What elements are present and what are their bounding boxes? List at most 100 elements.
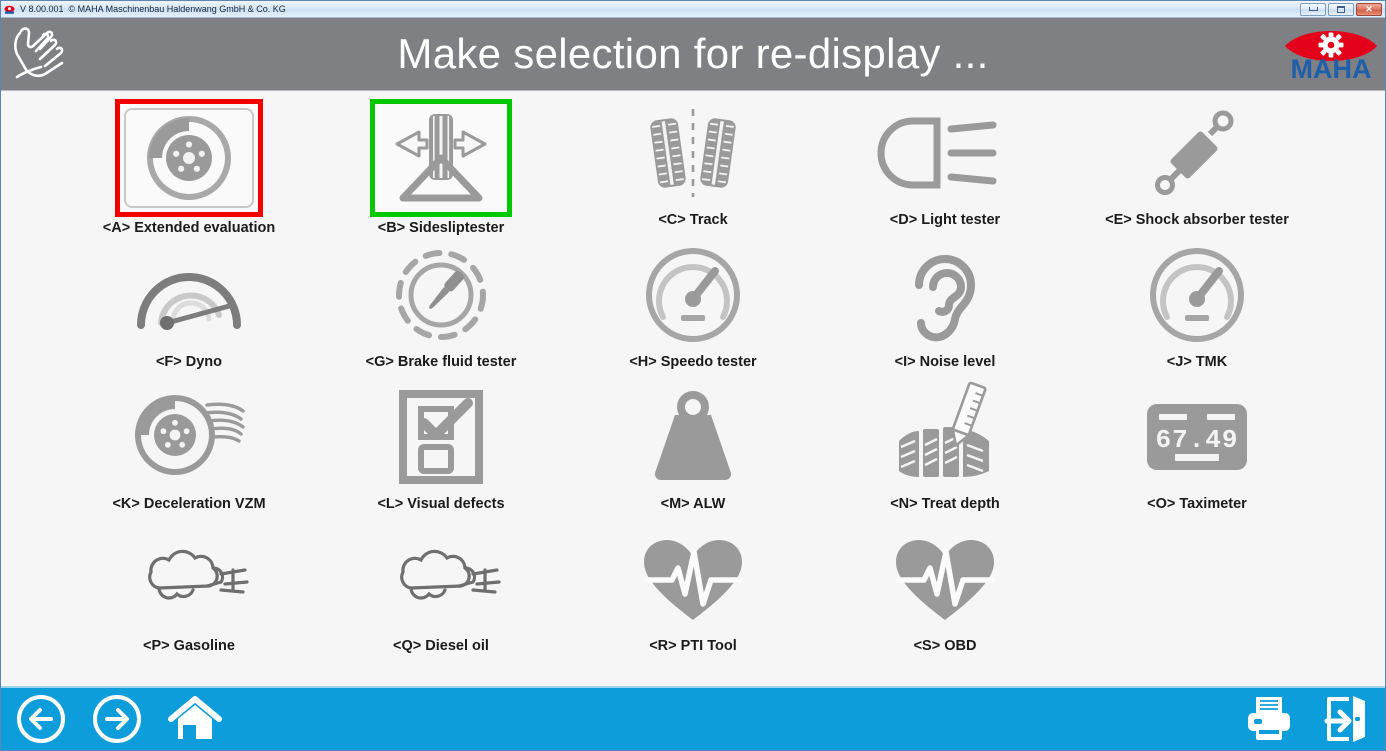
dyno-gauge-icon — [133, 253, 245, 337]
exit-door-icon — [1324, 696, 1365, 742]
close-icon: ✕ — [1365, 3, 1373, 14]
tile-label: <K> Deceleration VZM — [112, 496, 266, 512]
tile-icon-area — [619, 525, 767, 633]
brake-disc-motion-icon — [131, 389, 247, 485]
tile-inner-frame — [124, 108, 254, 208]
tile-label: <A> Extended evaluation — [102, 220, 276, 236]
tile-light-tester[interactable]: <D> Light tester — [819, 97, 1071, 239]
tile-dyno[interactable]: <F> Dyno — [63, 239, 315, 381]
heart-ecg-icon — [638, 534, 748, 624]
tile-speedo-tester[interactable]: <H> Speedo tester — [567, 239, 819, 381]
tile-label: <M> ALW — [660, 496, 726, 512]
close-button[interactable]: ✕ — [1356, 2, 1382, 16]
tile-icon-area — [115, 525, 263, 633]
footer-right-buttons — [1243, 693, 1371, 745]
weight-icon — [643, 391, 743, 483]
tile-label: <B> Sidesliptester — [377, 220, 505, 236]
tile-icon-area — [871, 99, 1019, 207]
exit-button[interactable] — [1319, 693, 1371, 745]
selection-content: <A> Extended evaluation <B> Sidesliptest… — [1, 91, 1385, 686]
tile-label: <F> Dyno — [155, 354, 223, 370]
tile-label: <D> Light tester — [889, 212, 1001, 228]
arrow-right-circle-icon — [93, 695, 141, 743]
tile-icon-area — [619, 99, 767, 207]
selection-frame-red — [115, 99, 263, 217]
track-tires-icon — [634, 103, 752, 203]
svg-text:MAHA: MAHA — [1291, 54, 1372, 84]
taximeter-value: 67.49 — [1155, 425, 1238, 455]
back-button[interactable] — [15, 693, 67, 745]
speedometer-icon — [1147, 245, 1247, 345]
tile-label: <N> Treat depth — [890, 496, 1000, 512]
title-bar: V 8.00.001 © MAHA Maschinenbau Haldenwan… — [1, 1, 1385, 18]
window-controls: ✕ — [1300, 2, 1382, 16]
tile-icon-area — [619, 241, 767, 349]
exhaust-cloud-icon — [381, 544, 501, 614]
forward-button[interactable] — [91, 693, 143, 745]
tile-icon-area — [1123, 241, 1271, 349]
page-header: Make selection for re-display ... MAHA — [1, 18, 1385, 91]
tile-brake-fluid-tester[interactable]: <G> Brake fluid tester — [315, 239, 567, 381]
footer-left-buttons — [15, 693, 223, 745]
tile-gasoline[interactable]: <P> Gasoline — [63, 523, 315, 665]
tile-label: <O> Taximeter — [1147, 496, 1247, 512]
tile-icon-area — [115, 383, 263, 491]
tile-label: <R> PTI Tool — [649, 638, 737, 654]
page-title: Make selection for re-display ... — [397, 30, 989, 77]
tile-icon-area — [619, 383, 767, 491]
print-button[interactable] — [1243, 693, 1295, 745]
tile-deceleration-vzm[interactable]: <K> Deceleration VZM — [63, 381, 315, 523]
maximize-icon — [1337, 5, 1345, 13]
speedometer-icon — [643, 245, 743, 345]
tile-pti-tool[interactable]: <R> PTI Tool — [567, 523, 819, 665]
tile-label: <Q> Diesel oil — [393, 638, 489, 654]
tile-label: <J> TMK — [1166, 354, 1228, 370]
pipette-circle-icon — [391, 247, 491, 343]
sideslip-tire-icon — [383, 108, 499, 208]
printer-icon — [1248, 697, 1290, 740]
taximeter-display-icon: 67.49 — [1145, 402, 1249, 472]
tile-icon-area — [871, 381, 1019, 491]
tile-obd[interactable]: <S> OBD — [819, 523, 1071, 665]
tile-extended-evaluation[interactable]: <A> Extended evaluation — [63, 97, 315, 239]
exhaust-cloud-icon — [129, 544, 249, 614]
hands-clapping-icon — [7, 21, 95, 87]
tile-track[interactable]: <C> Track — [567, 97, 819, 239]
home-button[interactable] — [167, 693, 223, 745]
application-window: V 8.00.001 © MAHA Maschinenbau Haldenwan… — [0, 0, 1386, 751]
headlight-icon — [877, 109, 1001, 197]
footer-toolbar — [1, 686, 1385, 750]
tile-alw[interactable]: <M> ALW — [567, 381, 819, 523]
tile-label: <G> Brake fluid tester — [365, 354, 517, 370]
tile-diesel-oil[interactable]: <Q> Diesel oil — [315, 523, 567, 665]
tile-label: <P> Gasoline — [143, 638, 235, 654]
tile-label: <L> Visual defects — [377, 496, 505, 512]
tile-taximeter[interactable]: 67.49 <O> Taximeter — [1071, 381, 1323, 523]
tile-tmk[interactable]: <J> TMK — [1071, 239, 1323, 381]
tile-icon-area — [871, 241, 1019, 349]
tile-treat-depth[interactable]: <N> Treat depth — [819, 381, 1071, 523]
tile-icon-area: 67.49 — [1123, 383, 1271, 491]
tile-icon-area — [367, 525, 515, 633]
tile-icon-area — [1123, 99, 1271, 207]
tile-icon-area — [115, 241, 263, 349]
tile-grid: <A> Extended evaluation <B> Sidesliptest… — [1, 97, 1385, 665]
tile-icon-area — [367, 383, 515, 491]
tile-sidesliptester[interactable]: <B> Sidesliptester — [315, 97, 567, 239]
copyright-text: © MAHA Maschinenbau Haldenwang GmbH & Co… — [68, 4, 286, 14]
tile-noise-level[interactable]: <I> Noise level — [819, 239, 1071, 381]
minimize-button[interactable] — [1300, 2, 1326, 16]
tile-label: <I> Noise level — [894, 354, 996, 370]
tile-icon-area — [871, 525, 1019, 633]
tile-visual-defects[interactable]: <L> Visual defects — [315, 381, 567, 523]
tile-label: <H> Speedo tester — [629, 354, 757, 370]
tile-shock-absorber-tester[interactable]: <E> Shock absorber tester — [1071, 97, 1323, 239]
maximize-button[interactable] — [1328, 2, 1354, 16]
minimize-icon — [1308, 7, 1318, 11]
tile-empty — [1071, 523, 1323, 665]
selection-frame-green — [370, 99, 512, 217]
home-icon — [168, 696, 222, 739]
arrow-left-circle-icon — [17, 695, 65, 743]
app-version: V 8.00.001 — [20, 4, 64, 14]
tile-label: <E> Shock absorber tester — [1105, 212, 1289, 228]
